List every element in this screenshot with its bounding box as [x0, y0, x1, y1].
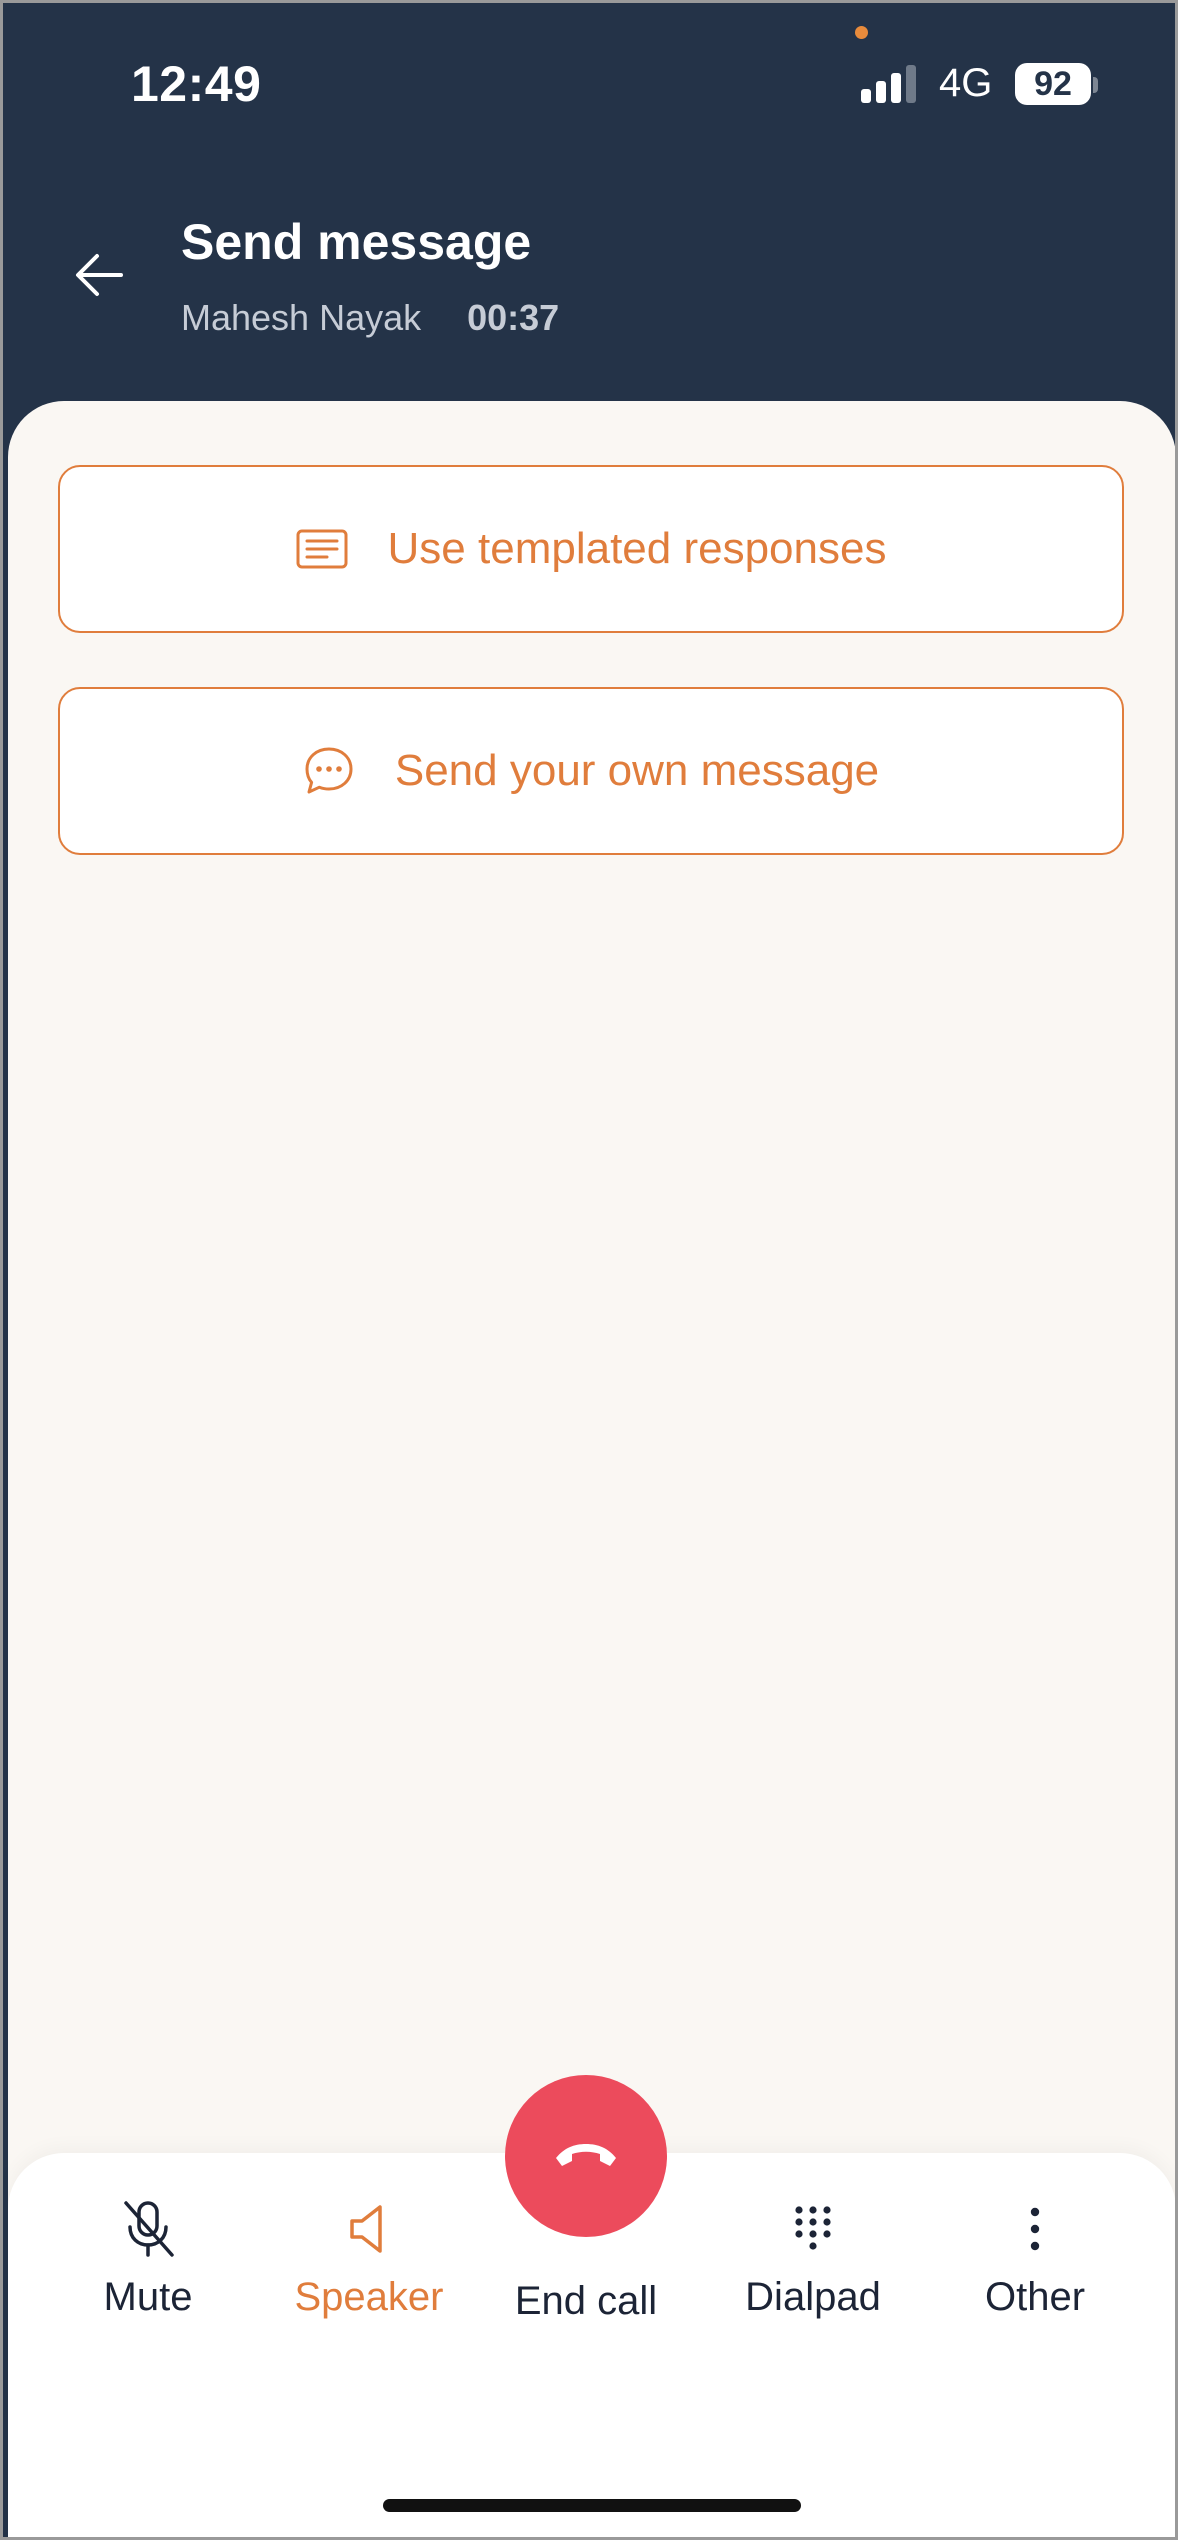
end-call-button[interactable]	[505, 2075, 667, 2237]
status-time: 12:49	[131, 56, 262, 112]
microphone-off-icon	[124, 2201, 174, 2257]
status-bar: 12:49 4G 92	[3, 3, 1175, 163]
more-vertical-icon	[1030, 2207, 1040, 2251]
dialpad-button[interactable]: Dialpad	[713, 2193, 913, 2343]
content-panel: Use templated responses Send your own me…	[8, 401, 1175, 2261]
mute-button[interactable]: Mute	[48, 2193, 248, 2343]
contact-name: Mahesh Nayak	[181, 297, 422, 338]
chat-bubble-icon	[305, 747, 353, 794]
option-label: Use templated responses	[387, 524, 887, 573]
arrow-left-icon	[76, 254, 123, 296]
mute-label: Mute	[103, 2275, 193, 2319]
other-label: Other	[984, 2275, 1086, 2319]
call-info: Mahesh Nayak 00:37	[181, 297, 559, 339]
home-indicator	[383, 2499, 801, 2512]
dialpad-label: Dialpad	[745, 2275, 881, 2319]
signal-strength-icon	[861, 65, 921, 103]
dialpad-icon	[795, 2206, 831, 2250]
battery-icon: 92	[1015, 63, 1091, 105]
phone-screen: 12:49 4G 92 Send message Mahesh Nayak 00…	[0, 0, 1178, 2540]
speaker-label: Speaker	[294, 2275, 444, 2319]
battery-tip	[1093, 77, 1098, 93]
network-type: 4G	[939, 61, 993, 105]
page-title: Send message	[181, 214, 532, 270]
battery-level: 92	[1034, 64, 1072, 103]
other-button[interactable]: Other	[935, 2193, 1135, 2343]
back-button[interactable]	[69, 243, 133, 307]
privacy-indicator-dot	[855, 26, 868, 39]
speaker-button[interactable]: Speaker	[269, 2193, 469, 2343]
document-lines-icon	[296, 529, 348, 569]
send-own-message-button[interactable]: Send your own message	[58, 687, 1124, 855]
call-timer: 00:37	[467, 297, 560, 338]
end-call-label: End call	[514, 2279, 658, 2323]
phone-hangup-icon	[556, 2144, 616, 2166]
use-templated-responses-button[interactable]: Use templated responses	[58, 465, 1124, 633]
speaker-icon	[350, 2205, 382, 2253]
option-label: Send your own message	[394, 746, 880, 795]
